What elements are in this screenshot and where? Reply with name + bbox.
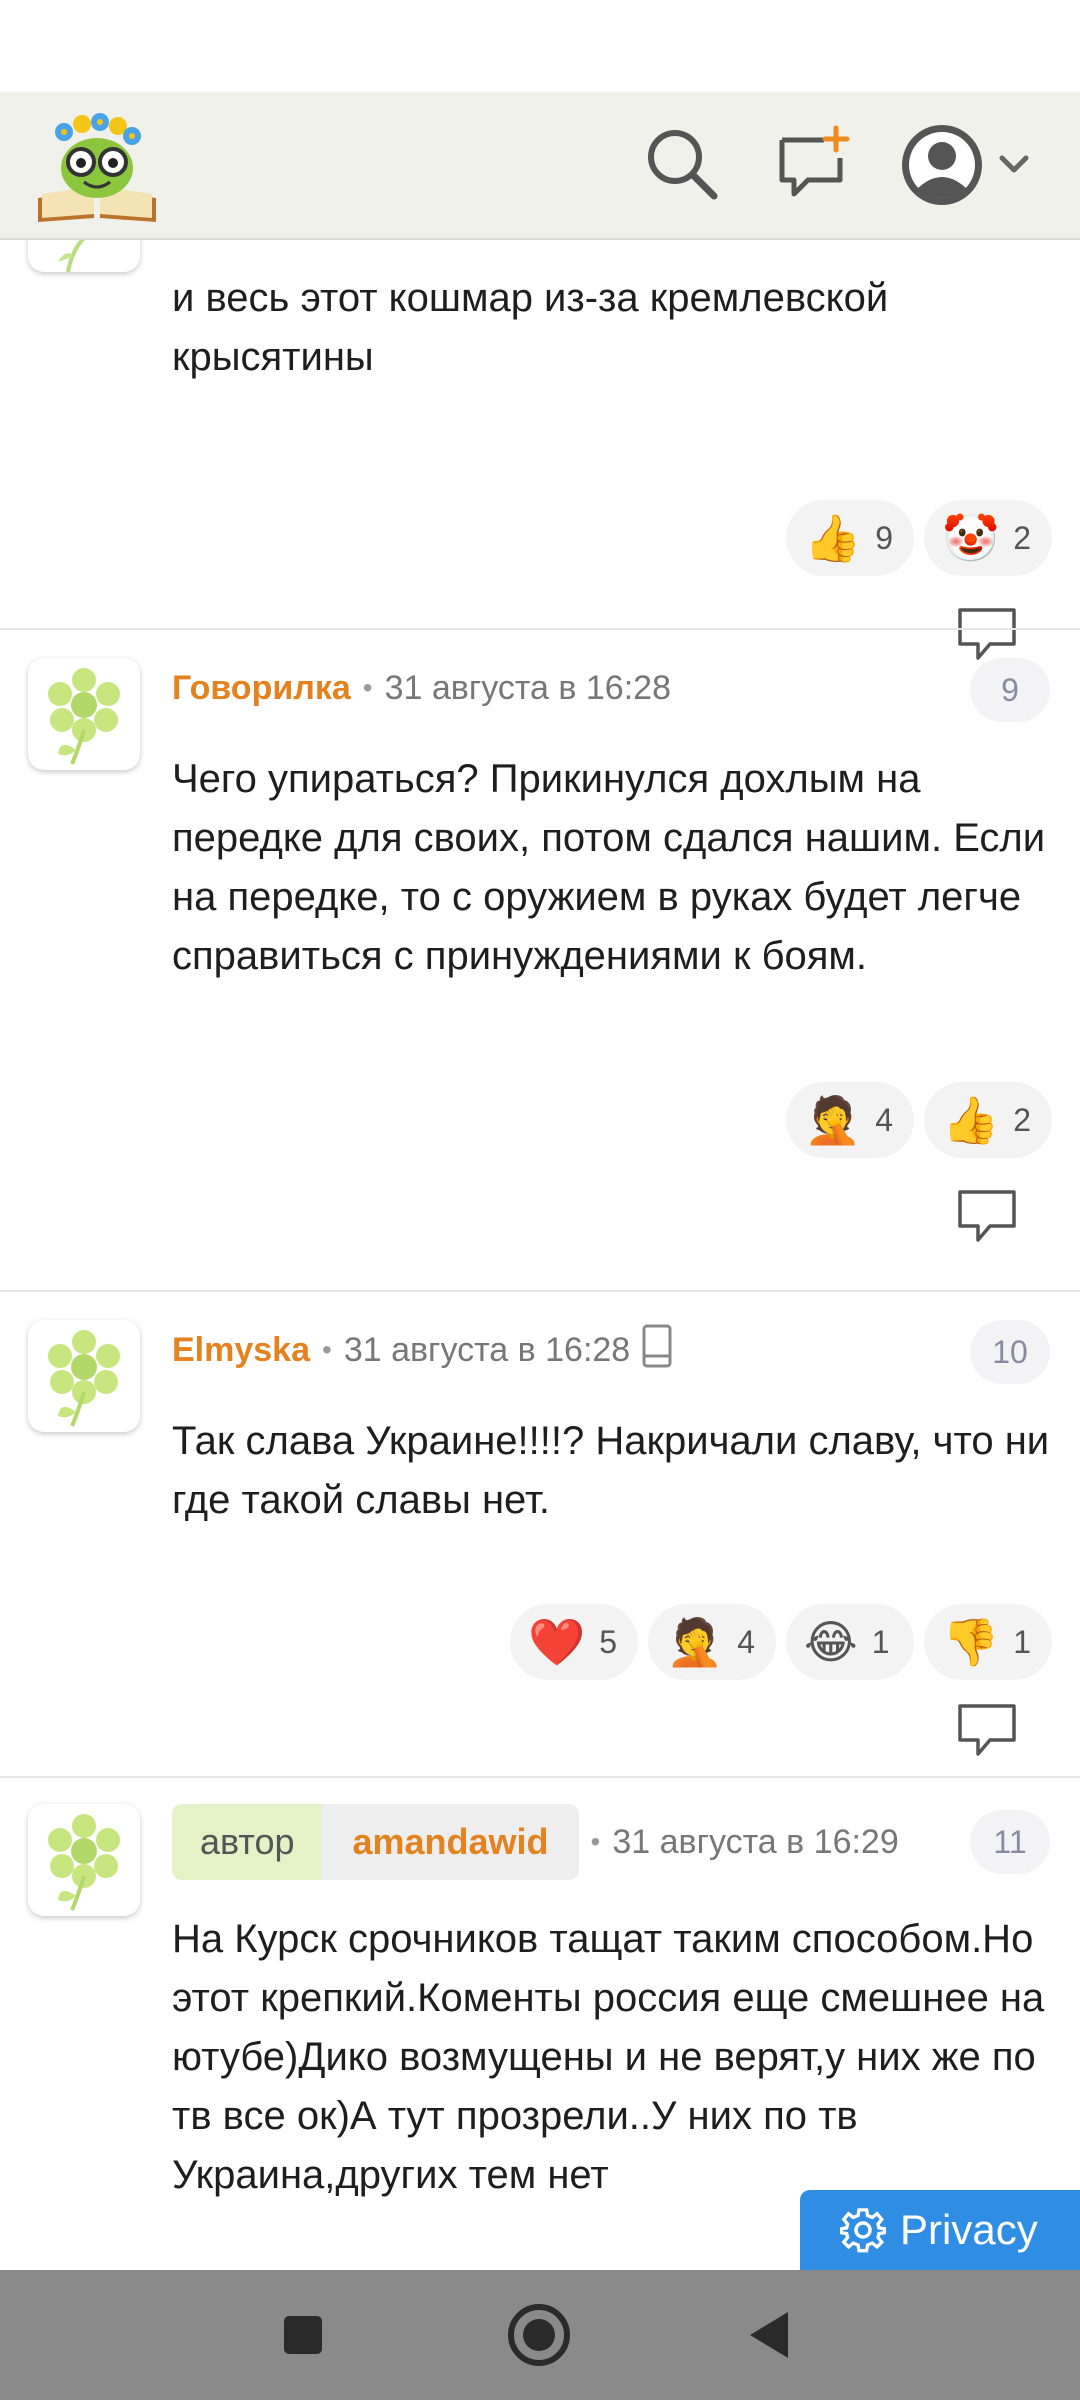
author-badge[interactable]: автор amandawid: [172, 1804, 579, 1880]
avatar[interactable]: [28, 658, 140, 770]
comment-number[interactable]: 11: [970, 1810, 1050, 1874]
gear-icon: [840, 2208, 886, 2253]
book-bug-logo-icon[interactable]: [34, 106, 160, 224]
avatar[interactable]: [28, 1804, 140, 1916]
avatar[interactable]: [28, 1320, 140, 1432]
app-header: [0, 92, 1080, 240]
comment-item: Говорилка • 31 августа в 16:28 9 Чего уп…: [0, 658, 1080, 1298]
comment-date[interactable]: 31 августа в 16:28: [385, 669, 671, 708]
reaction-heart[interactable]: ❤️ 5: [510, 1604, 638, 1680]
reaction-thumbs-up[interactable]: 👍 2: [924, 1082, 1052, 1158]
author-tag: автор: [172, 1804, 323, 1880]
comment-meta: Elmyska • 31 августа в 16:28: [172, 1320, 674, 1380]
comments-feed[interactable]: и весь этот кошмар из-за кремлевской кры…: [0, 240, 1080, 2270]
reaction-facepalm[interactable]: 🤦 4: [648, 1604, 776, 1680]
reaction-thumbs-down[interactable]: 👎 1: [924, 1604, 1052, 1680]
divider: [0, 628, 1080, 630]
user-avatar-icon: [902, 125, 1029, 205]
reactions-bar: 👍 9 🤡 2: [786, 500, 1052, 576]
comment-text: и весь этот кошмар из-за кремлевской кры…: [172, 276, 889, 379]
author-name[interactable]: Elmyska: [172, 1331, 310, 1370]
comment-date[interactable]: 31 августа в 16:29: [612, 1823, 898, 1862]
reply-icon[interactable]: [956, 1702, 1018, 1758]
comment-text: На Курск срочников тащат таким способом.…: [172, 1917, 1045, 2197]
privacy-button[interactable]: Privacy: [800, 2190, 1080, 2270]
reply-icon[interactable]: [956, 606, 1018, 662]
reaction-clown[interactable]: 🤡 2: [924, 500, 1052, 576]
reactions-bar: ❤️ 5 🤦 4 😂 1 👎 1: [510, 1604, 1052, 1680]
reaction-thumbs-up[interactable]: 👍 9: [786, 500, 914, 576]
avatar[interactable]: [28, 240, 140, 272]
profile-menu-button[interactable]: [900, 120, 1050, 210]
comment-text: Так слава Украине!!!!? Накричали славу, …: [172, 1419, 1050, 1522]
comment-number[interactable]: 10: [970, 1320, 1050, 1384]
new-message-icon[interactable]: [774, 124, 854, 204]
divider: [0, 1776, 1080, 1778]
system-navigation-bar: [0, 2270, 1080, 2400]
author-name[interactable]: Говорилка: [172, 669, 351, 708]
comment-meta: автор amandawid • 31 августа в 16:29: [172, 1804, 932, 1880]
comment-meta: Говорилка • 31 августа в 16:28: [172, 668, 671, 708]
reactions-bar: 🤦 4 👍 2: [786, 1082, 1052, 1158]
author-name[interactable]: amandawid: [322, 1804, 579, 1880]
mobile-device-icon: [640, 1323, 674, 1378]
search-icon[interactable]: [642, 124, 722, 204]
divider: [0, 1290, 1080, 1292]
status-bar: [0, 0, 1080, 92]
home-icon[interactable]: [506, 2302, 572, 2373]
privacy-label: Privacy: [900, 2206, 1038, 2253]
comment-number[interactable]: 9: [970, 658, 1050, 722]
reply-icon[interactable]: [956, 1188, 1018, 1244]
reaction-facepalm[interactable]: 🤦 4: [786, 1082, 914, 1158]
recents-icon[interactable]: [282, 2314, 324, 2361]
comment-date[interactable]: 31 августа в 16:28: [344, 1331, 630, 1370]
reaction-laugh[interactable]: 😂 1: [786, 1604, 914, 1680]
back-icon[interactable]: [746, 2310, 790, 2365]
comment-item: Elmyska • 31 августа в 16:28 10 Так слав…: [0, 1320, 1080, 1810]
comment-text: Чего упираться? Прикинулся дохлым на пер…: [172, 757, 1046, 978]
